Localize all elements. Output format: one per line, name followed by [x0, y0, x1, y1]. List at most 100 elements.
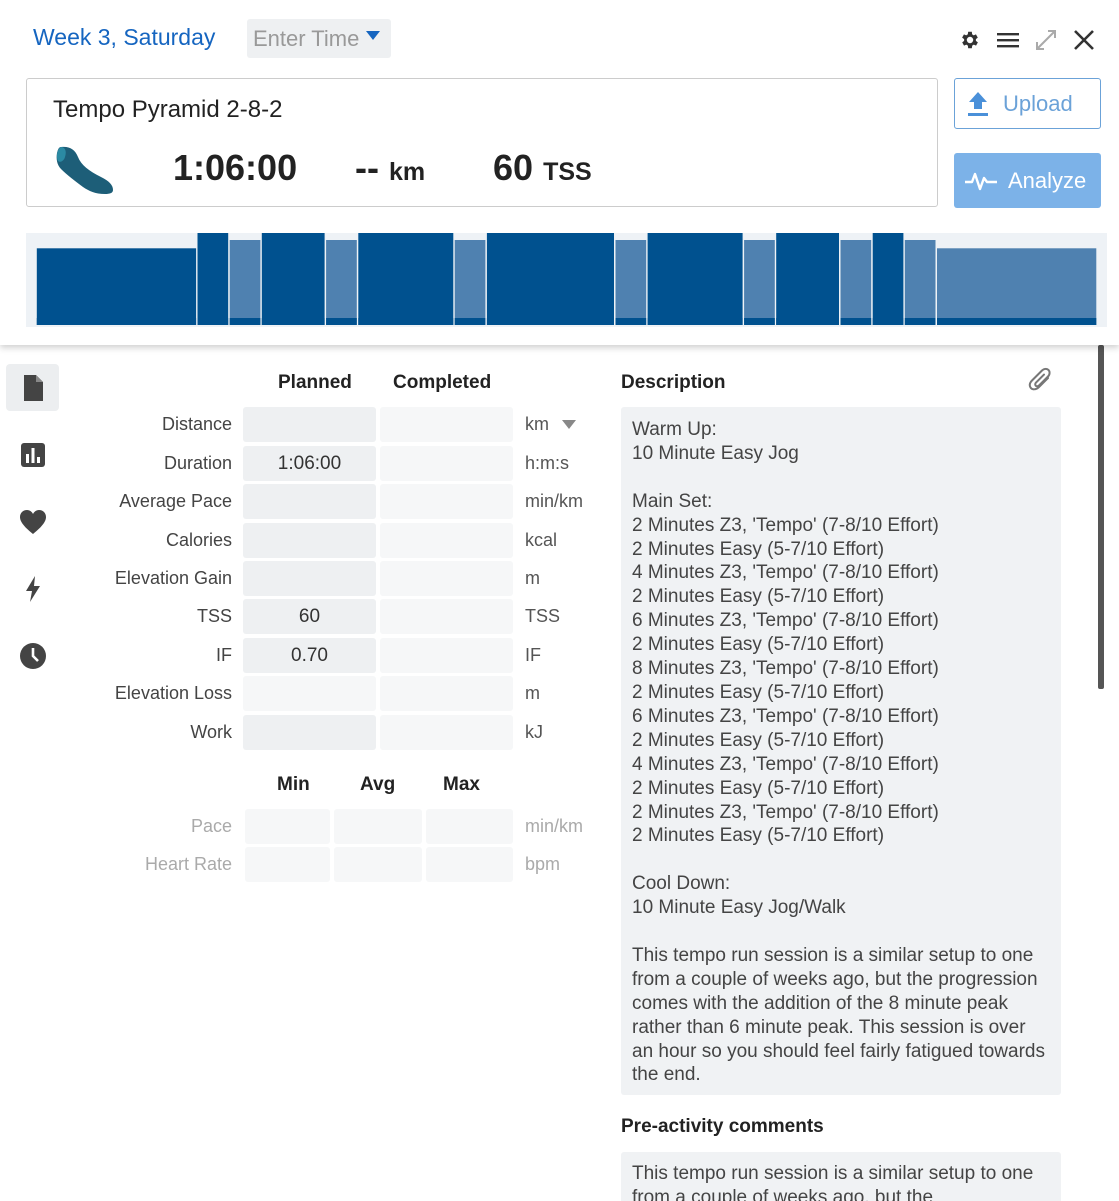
bar-chart-icon	[20, 442, 45, 467]
analyze-button[interactable]: Analyze	[954, 153, 1101, 208]
range-label-pace: Pace	[190, 816, 232, 836]
header-actions	[957, 24, 1097, 56]
avg-pace-input[interactable]	[334, 809, 422, 844]
rail-item-history[interactable]	[6, 632, 59, 679]
distance-unit: km	[389, 158, 426, 186]
completed-work-input[interactable]	[380, 715, 513, 750]
heart-icon	[19, 509, 46, 534]
unit-calories: kcal	[525, 530, 558, 550]
metric-label-elevation-loss: Elevation Loss	[114, 683, 232, 703]
description-textarea[interactable]: Warm Up: 10 Minute Easy Jog Main Set: 2 …	[621, 407, 1061, 1095]
lightning-icon	[25, 575, 40, 602]
profile-segment-work	[261, 233, 325, 325]
profile-segment-recovery	[744, 240, 775, 325]
profile-segment-base	[229, 318, 261, 325]
profile-segment-base	[776, 318, 839, 325]
upload-button[interactable]: Upload	[954, 78, 1101, 129]
close-icon[interactable]	[1071, 24, 1097, 56]
document-icon	[23, 374, 43, 401]
clock-icon	[19, 642, 46, 669]
completed-distance-input[interactable]	[380, 407, 513, 442]
profile-segment-base	[486, 318, 614, 325]
planned-calories-input[interactable]	[243, 523, 376, 558]
planned-work-input[interactable]	[243, 715, 376, 750]
description-title: Description	[621, 372, 726, 393]
completed-tss-input[interactable]	[380, 599, 513, 634]
unit-distance: km	[525, 414, 549, 434]
rail-item-power[interactable]	[6, 565, 59, 612]
planned-if-input[interactable]: 0.70	[243, 638, 376, 673]
unit-dropdown-icon[interactable]	[562, 420, 576, 429]
profile-segment-base	[454, 318, 486, 325]
scrollbar-thumb[interactable]	[1098, 345, 1104, 689]
tss-value: 60	[493, 147, 534, 188]
unit-elevation-gain: m	[525, 568, 540, 588]
min-pace-input[interactable]	[245, 809, 330, 844]
avg-column-header: Avg	[360, 774, 396, 795]
expand-icon[interactable]	[1033, 24, 1059, 56]
paperclip-icon[interactable]	[1028, 366, 1054, 399]
planned-elevation-gain-input[interactable]	[243, 561, 376, 596]
profile-segment-base	[744, 318, 775, 325]
rail-item-details[interactable]	[6, 364, 59, 411]
planned-pace-input[interactable]	[243, 484, 376, 519]
avg-hr-input[interactable]	[334, 847, 422, 882]
profile-segment-base	[840, 318, 872, 325]
min-column-header: Min	[277, 774, 310, 795]
profile-segment-base	[197, 318, 229, 325]
metric-label-work: Work	[190, 722, 232, 742]
metric-label-elevation-gain: Elevation Gain	[114, 568, 232, 588]
planned-column-header: Planned	[278, 372, 352, 393]
unit-duration: h:m:s	[525, 453, 570, 473]
completed-elevation-loss-input[interactable]	[380, 676, 513, 711]
profile-segment-work	[197, 233, 229, 325]
completed-elevation-gain-input[interactable]	[380, 561, 513, 596]
metric-label-tss: TSS	[196, 606, 232, 626]
workout-header: Week 3, Saturday Enter Time Tempo Pyrami…	[0, 0, 1119, 345]
profile-segment-cooldown	[937, 248, 1097, 325]
pre-activity-title: Pre-activity comments	[621, 1116, 824, 1137]
tss-stat: 60 TSS	[493, 147, 592, 189]
profile-segment-work	[776, 233, 839, 325]
pre-activity-textarea[interactable]: This tempo run session is a similar setu…	[621, 1152, 1061, 1201]
profile-segment-base	[904, 318, 936, 325]
completed-calories-input[interactable]	[380, 523, 513, 558]
metric-label-if: IF	[216, 645, 232, 665]
gear-icon[interactable]	[957, 24, 983, 56]
distance-stat: -- km	[355, 147, 425, 189]
completed-if-input[interactable]	[380, 638, 513, 673]
time-picker-placeholder: Enter Time	[253, 26, 360, 51]
max-pace-input[interactable]	[426, 809, 513, 844]
metric-label-average-pace: Average Pace	[119, 491, 232, 511]
planned-duration-input[interactable]: 1:06:00	[243, 446, 376, 481]
planned-distance-input[interactable]	[243, 407, 376, 442]
menu-icon[interactable]	[995, 24, 1021, 56]
max-hr-input[interactable]	[426, 847, 513, 882]
metric-label-calories: Calories	[165, 530, 232, 550]
profile-segment-base	[36, 318, 197, 325]
pulse-icon	[965, 172, 997, 190]
profile-segment-work	[486, 233, 614, 325]
metric-label-duration: Duration	[163, 453, 232, 473]
rail-item-charts[interactable]	[6, 431, 59, 478]
unit-tss: TSS	[525, 606, 561, 626]
profile-segment-warmup	[36, 248, 197, 325]
min-hr-input[interactable]	[245, 847, 330, 882]
profile-segment-base	[261, 318, 325, 325]
profile-segment-recovery	[904, 240, 936, 325]
range-label-heart-rate: Heart Rate	[144, 854, 232, 874]
profile-segment-work	[358, 233, 454, 325]
profile-segment-base	[326, 318, 357, 325]
completed-pace-input[interactable]	[380, 484, 513, 519]
unit-if: IF	[525, 645, 541, 665]
profile-segment-work	[872, 233, 904, 325]
unit-pace: min/km	[525, 491, 583, 511]
running-shoe-icon	[55, 145, 115, 200]
completed-duration-input[interactable]	[380, 446, 513, 481]
time-picker[interactable]: Enter Time	[247, 19, 391, 58]
planned-elevation-loss-input[interactable]	[243, 676, 376, 711]
planned-tss-input[interactable]: 60	[243, 599, 376, 634]
upload-label: Upload	[1003, 90, 1073, 116]
rail-item-heart-rate[interactable]	[6, 498, 59, 545]
profile-segment-base	[647, 318, 743, 325]
